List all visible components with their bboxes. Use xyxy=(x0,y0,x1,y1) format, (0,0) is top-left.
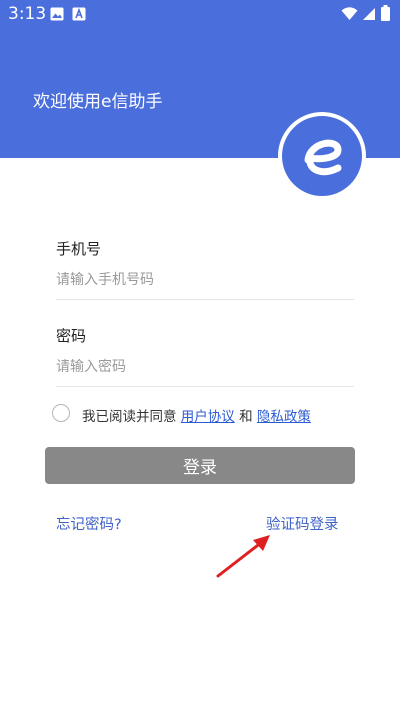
agreement-text: 我已阅读并同意 用户协议 和 隐私政策 xyxy=(82,405,311,425)
red-arrow-annotation xyxy=(216,535,270,578)
user-agreement-link[interactable]: 用户协议 xyxy=(181,409,235,425)
cellular-icon xyxy=(362,6,376,25)
wifi-icon xyxy=(341,6,358,25)
password-divider xyxy=(56,386,354,387)
image-icon xyxy=(50,6,64,25)
agreement-row: 我已阅读并同意 用户协议 和 隐私政策 xyxy=(52,402,362,426)
phone-label: 手机号 xyxy=(56,240,102,258)
e-logo-icon xyxy=(304,139,342,176)
welcome-title: 欢迎使用e信助手 xyxy=(33,92,163,112)
password-label: 密码 xyxy=(56,327,87,345)
phone-divider xyxy=(56,299,354,300)
agreement-checkbox[interactable] xyxy=(52,404,70,422)
forgot-password-link[interactable]: 忘记密码? xyxy=(56,513,122,534)
agreement-prefix: 我已阅读并同意 xyxy=(82,409,177,425)
agreement-conjunction: 和 xyxy=(239,409,253,425)
login-button[interactable]: 登录 xyxy=(45,447,355,484)
letter-a-icon xyxy=(72,6,86,25)
status-time: 3:13 xyxy=(8,4,47,24)
app-logo xyxy=(278,112,366,200)
phone-input[interactable] xyxy=(56,265,354,295)
status-bar: 3:13 xyxy=(0,0,400,28)
battery-icon xyxy=(381,5,390,25)
password-input[interactable] xyxy=(56,352,354,382)
privacy-policy-link[interactable]: 隐私政策 xyxy=(257,409,311,425)
